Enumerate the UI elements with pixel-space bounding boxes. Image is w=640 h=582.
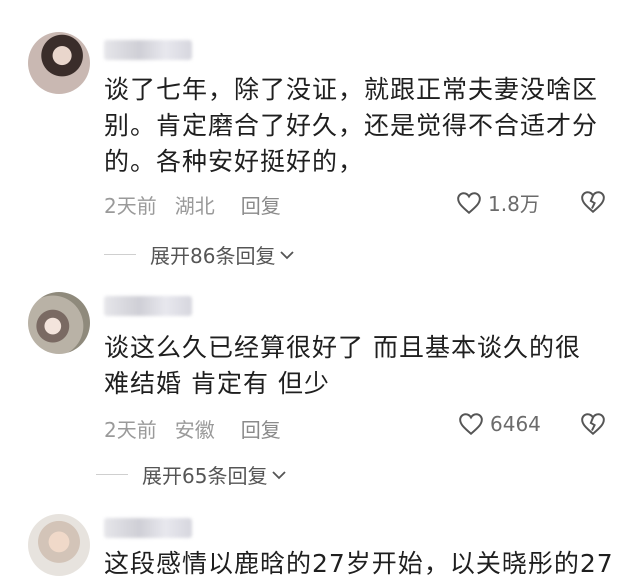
heart-icon xyxy=(459,413,483,436)
like-count: 1.8万 xyxy=(488,192,540,216)
like-button[interactable]: 1.8万 xyxy=(456,188,540,217)
avatar[interactable] xyxy=(28,32,90,94)
comment-time: 2天前 xyxy=(104,418,157,442)
avatar[interactable] xyxy=(28,292,90,354)
username-blurred[interactable] xyxy=(104,296,192,316)
username-blurred[interactable] xyxy=(104,518,192,538)
dislike-icon[interactable] xyxy=(580,190,606,214)
divider-dash xyxy=(96,474,128,475)
avatar[interactable] xyxy=(28,514,90,576)
expand-replies-label: 展开86条回复 xyxy=(150,244,276,268)
divider-dash xyxy=(104,254,136,255)
comment-text: 谈了七年，除了没证，就跟正常夫妻没啥区别。肯定磨合了好久，还是觉得不合适才分的。… xyxy=(104,75,599,176)
dislike-icon[interactable] xyxy=(580,412,606,436)
comment-meta: 2天前 湖北 回复 xyxy=(104,190,299,219)
comment-meta: 2天前 安徽 回复 xyxy=(104,414,299,443)
reply-button[interactable]: 回复 xyxy=(241,418,281,442)
comment-location: 安徽 xyxy=(174,418,215,442)
comment-time: 2天前 xyxy=(104,194,157,218)
expand-replies[interactable]: 展开86条回复 xyxy=(104,240,295,269)
like-button[interactable]: 6464 xyxy=(458,412,541,436)
comment-text: 谈这么久已经算很好了 而且基本谈久的很难结婚 肯定有 但少 xyxy=(104,333,581,398)
expand-replies-label: 展开65条回复 xyxy=(142,464,268,488)
like-count: 6464 xyxy=(490,412,541,436)
chevron-down-icon xyxy=(272,470,287,479)
comment-text: 这段感情以鹿晗的27岁开始，以关晓彤的27 xyxy=(104,549,614,578)
comment-location: 湖北 xyxy=(174,194,215,218)
reply-button[interactable]: 回复 xyxy=(241,194,281,218)
expand-replies[interactable]: 展开65条回复 xyxy=(96,460,287,489)
username-blurred[interactable] xyxy=(104,40,192,60)
heart-icon xyxy=(457,191,481,214)
chevron-down-icon xyxy=(280,250,295,259)
